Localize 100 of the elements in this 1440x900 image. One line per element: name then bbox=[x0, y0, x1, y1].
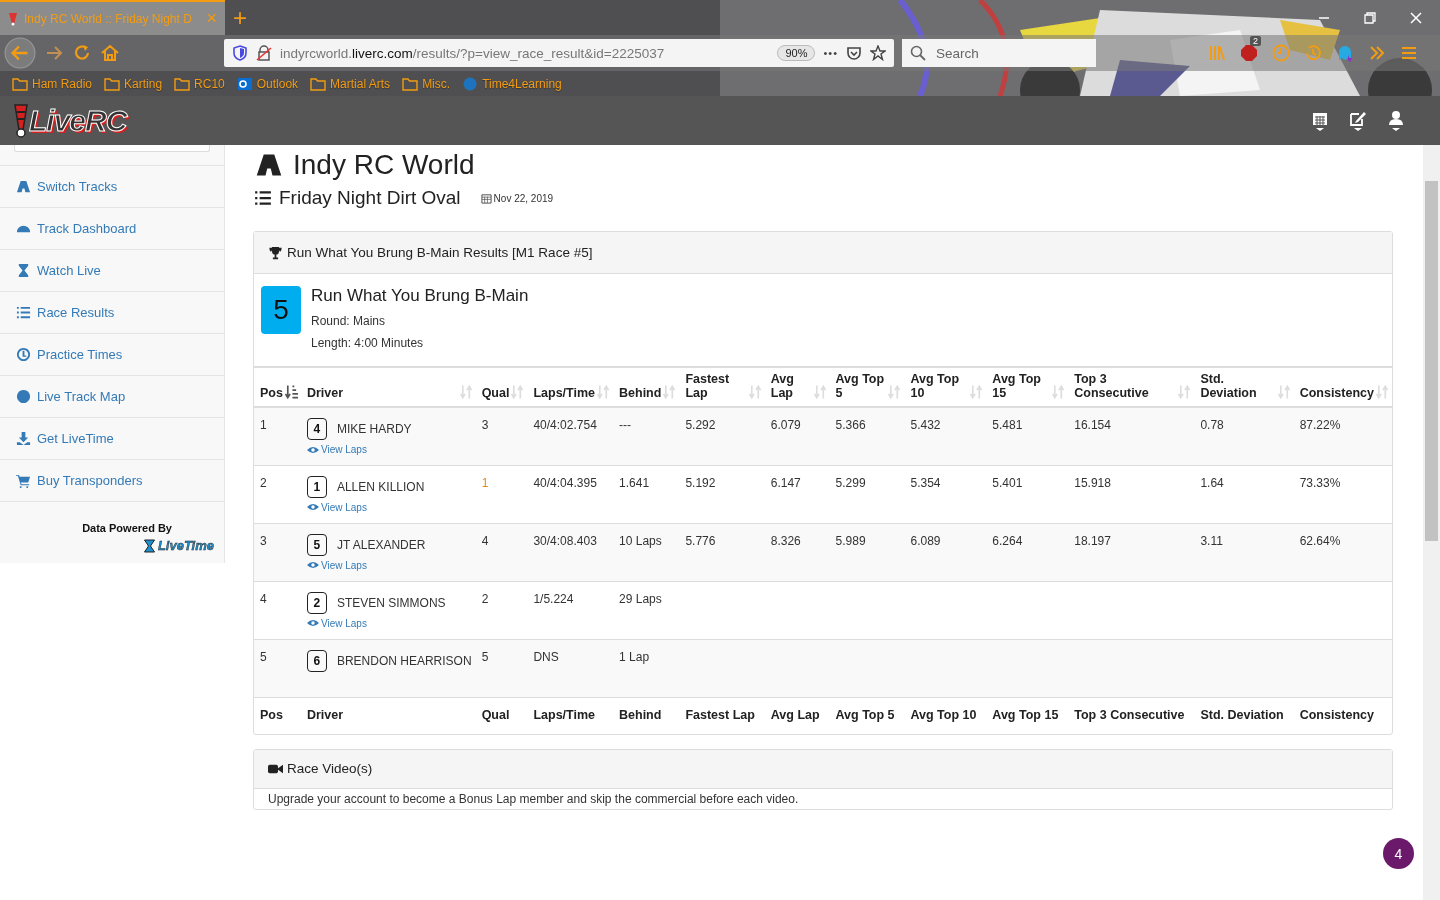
column-header[interactable]: Avg Top 15 bbox=[992, 372, 1051, 400]
address-bar[interactable]: indyrcworld.liverc.com/results/?p=view_race_result&id=2225037 90% ••• bbox=[224, 39, 894, 67]
table-cell: 62.64% bbox=[1299, 533, 1341, 548]
sidebar-link[interactable]: Practice Times bbox=[0, 334, 224, 376]
ghost-icon[interactable] bbox=[1336, 44, 1354, 62]
table-cell: 5.292 bbox=[685, 418, 716, 432]
table-cell: 5.299 bbox=[835, 475, 866, 490]
user-menu[interactable] bbox=[1388, 109, 1404, 132]
view-laps-link[interactable]: View Laps bbox=[306, 559, 472, 571]
reload-icon[interactable] bbox=[72, 43, 92, 63]
star-icon[interactable] bbox=[870, 45, 886, 61]
sidebar-link[interactable]: Live Track Map bbox=[0, 376, 224, 418]
column-header[interactable]: Pos bbox=[260, 386, 283, 400]
column-header[interactable]: Laps/Time bbox=[533, 386, 596, 400]
sort-icon[interactable] bbox=[284, 384, 298, 400]
column-header[interactable]: Behind bbox=[619, 386, 662, 400]
panel-heading: Run What You Brung B-Main Results [M1 Race #5] bbox=[287, 245, 593, 260]
trophy-icon bbox=[268, 245, 283, 260]
column-header[interactable]: Consistency bbox=[1299, 386, 1374, 400]
column-header[interactable]: Qual bbox=[481, 386, 510, 400]
view-laps-link[interactable]: View Laps bbox=[306, 444, 472, 455]
sidebar-link[interactable]: Buy Transponders bbox=[0, 460, 224, 502]
table-cell: 5.401 bbox=[992, 475, 1023, 490]
sidebar-link[interactable]: Watch Live bbox=[0, 250, 224, 292]
table-cell: 5.989 bbox=[835, 533, 866, 548]
driver-name: JT ALEXANDER bbox=[336, 537, 426, 552]
car-number-badge: 6 bbox=[306, 649, 327, 672]
search-input[interactable]: Search bbox=[934, 44, 1078, 62]
folder-icon bbox=[174, 76, 191, 91]
adblock-icon[interactable] bbox=[1240, 44, 1258, 62]
new-tab-button[interactable]: + bbox=[233, 3, 247, 32]
mail-icon bbox=[236, 76, 253, 91]
pocket-icon[interactable] bbox=[846, 45, 862, 61]
column-header[interactable]: Avg Top 5 bbox=[835, 372, 887, 400]
panel-heading: Race Video(s) bbox=[287, 761, 373, 776]
edit-menu[interactable] bbox=[1350, 109, 1366, 132]
track-search-field[interactable] bbox=[14, 145, 210, 152]
shield-icon bbox=[232, 45, 248, 61]
hourglass-icon bbox=[16, 263, 31, 278]
track-title: Indy RC World bbox=[293, 149, 475, 181]
scrollbar[interactable] bbox=[1423, 145, 1440, 900]
bookmark[interactable]: RC10 bbox=[174, 76, 225, 91]
table-cell: 16.154 bbox=[1074, 418, 1111, 432]
restore-icon[interactable] bbox=[1364, 11, 1376, 24]
table-cell: 0.78 bbox=[1200, 418, 1224, 432]
table-cell: 40/4:04.395 bbox=[533, 475, 597, 490]
table-cell: 10 Laps bbox=[619, 533, 662, 548]
livetime-logo[interactable]: LiveTime bbox=[142, 538, 214, 553]
table-cell: 3 bbox=[475, 407, 528, 465]
column-header[interactable]: Top 3 Consecutive bbox=[1074, 372, 1177, 400]
menu-icon[interactable] bbox=[1400, 44, 1418, 62]
sidebar-link[interactable]: Track Dashboard bbox=[0, 208, 224, 250]
column-footer: Avg Top 5 bbox=[835, 707, 895, 722]
column-header[interactable]: Std. Deviation bbox=[1200, 372, 1276, 400]
folder-icon bbox=[402, 76, 419, 91]
bookmark[interactable]: Ham Radio bbox=[12, 76, 93, 91]
clock-icon[interactable] bbox=[1272, 44, 1290, 62]
bookmark[interactable]: Misc. bbox=[402, 76, 451, 91]
history-icon[interactable] bbox=[1304, 44, 1322, 62]
close-icon[interactable] bbox=[1410, 11, 1422, 24]
table-cell: 6.147 bbox=[770, 475, 801, 490]
radio-tower-icon bbox=[8, 11, 18, 26]
bookmark[interactable]: Martial Arts bbox=[310, 76, 391, 91]
column-header[interactable]: Avg Lap bbox=[770, 372, 812, 400]
page-actions-button[interactable]: ••• bbox=[823, 47, 838, 59]
car-number-badge: 1 bbox=[306, 475, 327, 498]
column-header[interactable]: Avg Top 10 bbox=[910, 372, 969, 400]
folder-icon bbox=[310, 76, 327, 91]
sidebar-link[interactable]: Switch Tracks bbox=[0, 166, 224, 208]
column-header[interactable]: Driver bbox=[306, 386, 344, 400]
table-cell: 18.197 bbox=[1074, 533, 1111, 548]
road-icon bbox=[16, 179, 31, 194]
column-header[interactable]: Fastest Lap bbox=[685, 372, 747, 400]
search-field[interactable]: Search bbox=[902, 39, 1096, 67]
overflow-chevron-icon[interactable] bbox=[1368, 44, 1386, 62]
bookmark[interactable]: Time4Learning bbox=[462, 76, 562, 91]
column-footer: Pos bbox=[260, 707, 283, 722]
list-icon bbox=[16, 305, 31, 320]
table-cell: 1.641 bbox=[619, 475, 650, 490]
view-laps-link[interactable]: View Laps bbox=[306, 617, 472, 629]
column-footer: Avg Top 15 bbox=[992, 707, 1059, 722]
driver-name: STEVEN SIMMONS bbox=[336, 595, 446, 610]
bookmark[interactable]: Karting bbox=[104, 76, 163, 91]
zoom-level-badge[interactable]: 90% bbox=[777, 45, 816, 61]
view-laps-link[interactable]: View Laps bbox=[306, 501, 472, 513]
table-cell: 5 bbox=[475, 639, 528, 697]
notification-badge[interactable]: 4 bbox=[1383, 838, 1414, 869]
driver-name: ALLEN KILLION bbox=[336, 479, 425, 494]
table-cell: 3.11 bbox=[1200, 533, 1223, 548]
eye-icon bbox=[306, 561, 319, 569]
column-footer: Consistency bbox=[1299, 707, 1374, 722]
column-footer: Qual bbox=[481, 707, 510, 722]
bookmark[interactable]: Outlook bbox=[236, 76, 299, 91]
table-cell: 6.079 bbox=[770, 418, 801, 432]
back-icon[interactable] bbox=[4, 37, 36, 69]
race-number-badge: 5 bbox=[261, 286, 301, 334]
table-cell: DNS bbox=[533, 649, 559, 664]
sidebar-link[interactable]: Race Results bbox=[0, 292, 224, 334]
home-icon[interactable] bbox=[100, 43, 120, 63]
sidebar-link[interactable]: Get LiveTime bbox=[0, 418, 224, 460]
